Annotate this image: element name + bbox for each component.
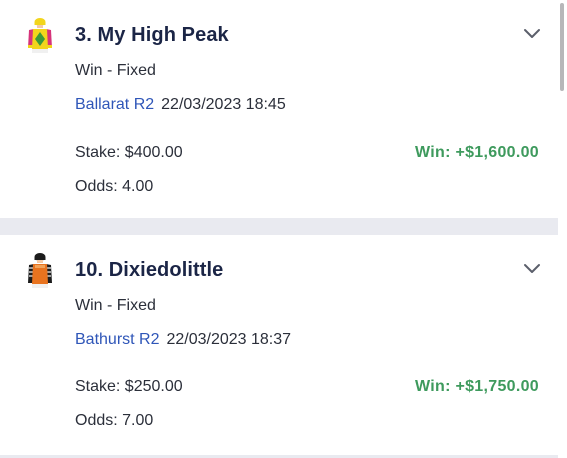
stake-amount: Stake: $250.00 — [75, 378, 183, 395]
odds-value: Odds: 4.00 — [75, 178, 154, 195]
scrollbar[interactable] — [558, 0, 567, 458]
bet-type: Win - Fixed — [75, 297, 156, 314]
potential-win: Win: +$1,600.00 — [415, 144, 539, 161]
race-link[interactable]: Bathurst R2 — [75, 331, 159, 348]
jockey-silk-icon — [28, 253, 52, 288]
odds-value: Odds: 7.00 — [75, 412, 154, 429]
chevron-down-icon[interactable] — [522, 262, 542, 276]
race-datetime: 22/03/2023 18:37 — [166, 331, 292, 348]
runner-name: 3. My High Peak — [75, 24, 229, 46]
race-link[interactable]: Ballarat R2 — [75, 96, 154, 113]
race-info: Bathurst R2 22/03/2023 18:37 — [75, 331, 291, 349]
bet-list: 3. My High Peak Win - Fixed Ballarat R2 2… — [0, 0, 567, 458]
stake-amount: Stake: $400.00 — [75, 144, 183, 161]
bet-type: Win - Fixed — [75, 62, 156, 79]
race-datetime: 22/03/2023 18:45 — [161, 96, 286, 113]
bet-card[interactable]: 3. My High Peak Win - Fixed Ballarat R2 2… — [0, 0, 558, 218]
runner-name: 10. Dixiedolittle — [75, 259, 224, 281]
jockey-silk-icon — [28, 18, 52, 53]
potential-win: Win: +$1,750.00 — [415, 378, 539, 395]
scrollbar-thumb[interactable] — [560, 3, 564, 91]
chevron-down-icon[interactable] — [522, 27, 542, 41]
race-info: Ballarat R2 22/03/2023 18:45 — [75, 96, 286, 114]
bet-card[interactable]: 10. Dixiedolittle Win - Fixed Bathurst R… — [0, 235, 558, 458]
